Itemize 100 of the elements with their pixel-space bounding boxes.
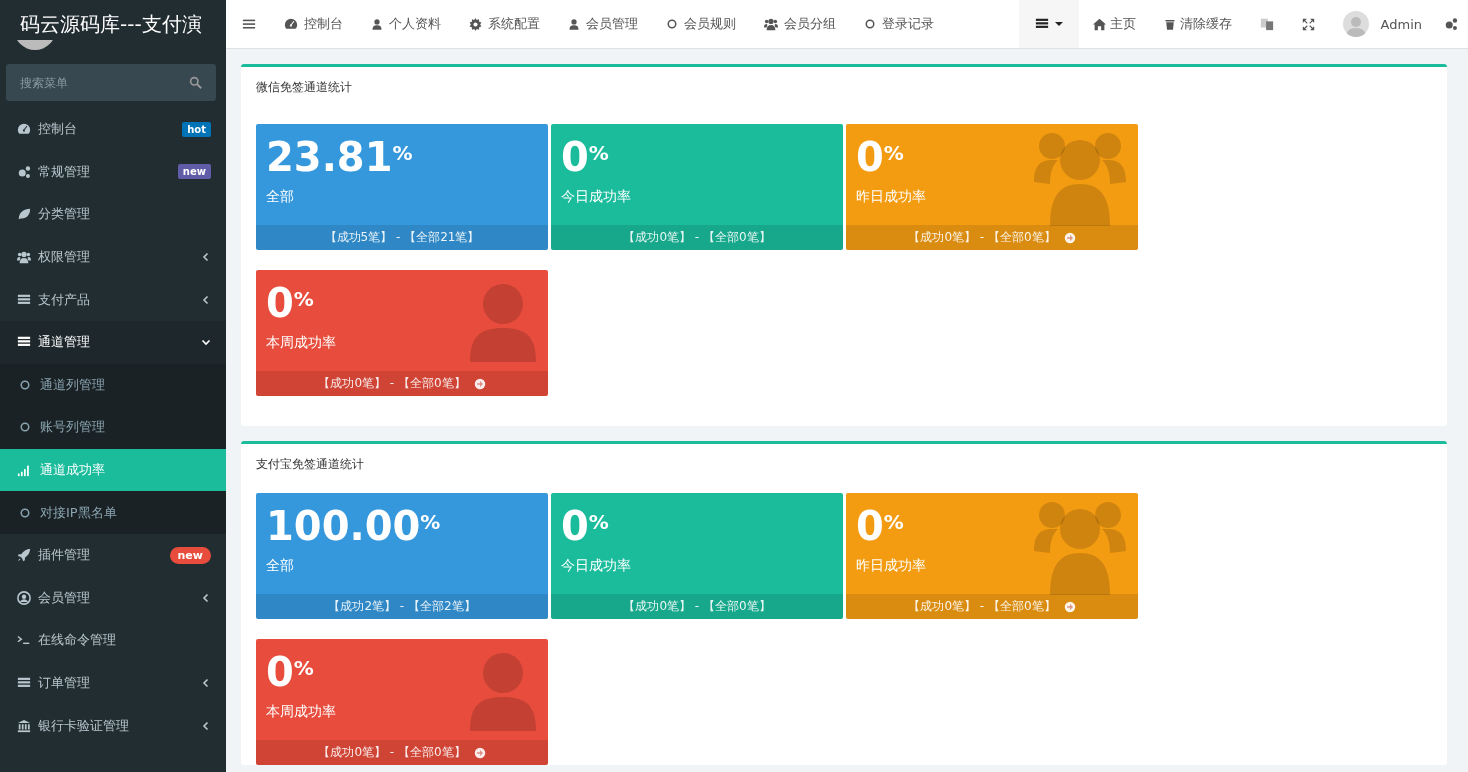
footer-text: 【成功0笔】 - 【全部0笔】 <box>623 598 771 615</box>
list-icon <box>17 292 31 307</box>
menu-badge: new <box>177 164 211 180</box>
stat-value: 0$^{%}$ <box>266 279 314 328</box>
stat-value: 100.00$^{%}$ <box>266 502 441 551</box>
stat-label: 今日成功率 <box>561 557 631 573</box>
menu-label: 会员管理 <box>38 588 91 607</box>
sidebar-item[interactable]: 分类管理 <box>0 193 226 236</box>
footer-text: 【成功0笔】 - 【全部0笔】 <box>318 744 466 761</box>
menu-label: 控制台 <box>38 120 78 139</box>
sidebar-item[interactable]: 在线命令管理 <box>0 619 226 662</box>
users-icon <box>1032 130 1128 226</box>
stat-label: 本周成功率 <box>266 334 336 350</box>
sidebar-item[interactable]: 控制台 hot <box>0 108 226 151</box>
stat-label: 昨日成功率 <box>856 557 926 573</box>
users-icon <box>764 17 778 31</box>
circle-icon <box>864 18 876 30</box>
nav-link[interactable]: 个人资料 <box>357 0 455 48</box>
stat-value: 0$^{%}$ <box>856 502 904 551</box>
sidebar-subitem[interactable]: 账号列管理 <box>0 406 226 449</box>
nav-link[interactable]: 会员规则 <box>652 0 750 48</box>
circle-icon <box>19 421 31 434</box>
menu-label: 订单管理 <box>38 674 91 692</box>
stat-value: 0$^{%}$ <box>561 502 609 551</box>
menu-label: 权限管理 <box>38 248 91 267</box>
sidebar-item[interactable]: 会员管理 <box>0 576 226 620</box>
sidebar-item[interactable]: 银行卡验证管理 <box>0 704 226 747</box>
footer-text: 【成功0笔】 - 【全部0笔】 <box>318 375 466 392</box>
list-icon <box>17 676 31 690</box>
menu-label: 通道管理 <box>38 333 91 352</box>
card-footer[interactable]: 【成功0笔】 - 【全部0笔】 <box>256 371 548 396</box>
signal-icon <box>17 463 31 478</box>
stat-label: 全部 <box>266 557 294 573</box>
rocket-icon <box>17 548 31 563</box>
panel-title: 微信免签通道统计 <box>256 79 353 96</box>
caret-icon <box>1054 20 1063 28</box>
search-field[interactable]: 搜索菜单 <box>6 64 216 101</box>
menu-label: 分类管理 <box>38 205 91 224</box>
sidebar-item[interactable]: 常规管理 new <box>0 150 226 194</box>
menu-label: 在线命令管理 <box>38 631 117 650</box>
users-icon <box>1032 499 1128 595</box>
card-footer[interactable]: 【成功2笔】 - 【全部2笔】 <box>256 594 548 619</box>
user-menu[interactable]: Admin <box>1328 0 1444 48</box>
menu-label: 银行卡验证管理 <box>38 716 130 735</box>
list-icon <box>1034 17 1049 31</box>
menu-label: 支付产品 <box>38 290 91 309</box>
gauge-icon <box>17 122 31 137</box>
nav-link[interactable]: 登录记录 <box>850 0 948 48</box>
nav-link[interactable]: 控制台 <box>270 0 357 48</box>
stat-value: 0$^{%}$ <box>561 133 609 182</box>
stat-value: 23.81$^{%}$ <box>266 133 413 182</box>
stat-value: 0$^{%}$ <box>266 648 314 697</box>
menu-badge: new <box>169 546 211 564</box>
panel-title: 支付宝免签通道统计 <box>256 456 365 473</box>
card-footer[interactable]: 【成功5笔】 - 【全部21笔】 <box>256 225 548 250</box>
avatar <box>1342 11 1369 37</box>
footer-text: 【成功0笔】 - 【全部0笔】 <box>908 598 1056 615</box>
stat-label: 昨日成功率 <box>856 188 926 204</box>
sidebar-subitem[interactable]: 对接IP黑名单 <box>0 491 226 534</box>
footer-text: 【成功5笔】 - 【全部21笔】 <box>324 229 480 246</box>
nav-link[interactable]: 系统配置 <box>455 0 554 48</box>
stat-label: 今日成功率 <box>561 188 631 204</box>
menu-icon <box>242 17 256 31</box>
gauge-icon <box>284 17 298 31</box>
circle-icon <box>19 378 31 391</box>
stat-value: 0$^{%}$ <box>856 133 904 182</box>
menu-label: 插件管理 <box>38 546 91 565</box>
sidebar-subitem[interactable]: 通道列管理 <box>0 363 226 407</box>
nav-link[interactable]: 会员分组 <box>750 0 850 48</box>
leaf-icon <box>17 207 31 222</box>
menu-badge: hot <box>182 121 211 137</box>
translate-icon <box>1259 17 1274 31</box>
sidebar-item[interactable]: 插件管理 new <box>0 533 226 577</box>
stat-label: 全部 <box>266 188 294 204</box>
nav-link[interactable]: 会员管理 <box>554 0 652 48</box>
user-icon <box>470 284 536 362</box>
user-icon <box>470 653 536 731</box>
menu-label: 常规管理 <box>38 162 91 181</box>
nav-link[interactable]: 主页 <box>1078 0 1150 48</box>
user-icon <box>568 17 580 31</box>
sidebar-item[interactable]: 权限管理 <box>0 235 226 279</box>
home-icon <box>1092 17 1106 31</box>
circle-icon <box>666 18 678 30</box>
app-title: 码云源码库---支付演 <box>19 11 203 38</box>
dropdown-button[interactable] <box>1018 0 1079 48</box>
sidebar-item[interactable]: 订单管理 <box>0 661 226 705</box>
circle-icon <box>19 506 31 519</box>
nav-link[interactable]: 清除缓存 <box>1149 0 1246 48</box>
footer-text: 【成功2笔】 - 【全部2笔】 <box>328 598 476 615</box>
search-icon <box>189 76 202 89</box>
users-icon <box>17 250 31 265</box>
footer-text: 【成功0笔】 - 【全部0笔】 <box>908 229 1056 246</box>
card-footer[interactable]: 【成功0笔】 - 【全部0笔】 <box>256 740 548 765</box>
footer-text: 【成功0笔】 - 【全部0笔】 <box>623 229 771 246</box>
user-icon <box>371 17 383 31</box>
expand-icon <box>1301 17 1315 31</box>
usercircle-icon <box>17 590 31 605</box>
stat-label: 本周成功率 <box>266 703 336 719</box>
trash-icon <box>1163 17 1176 31</box>
sidebar-item[interactable]: 支付产品 <box>0 278 226 321</box>
